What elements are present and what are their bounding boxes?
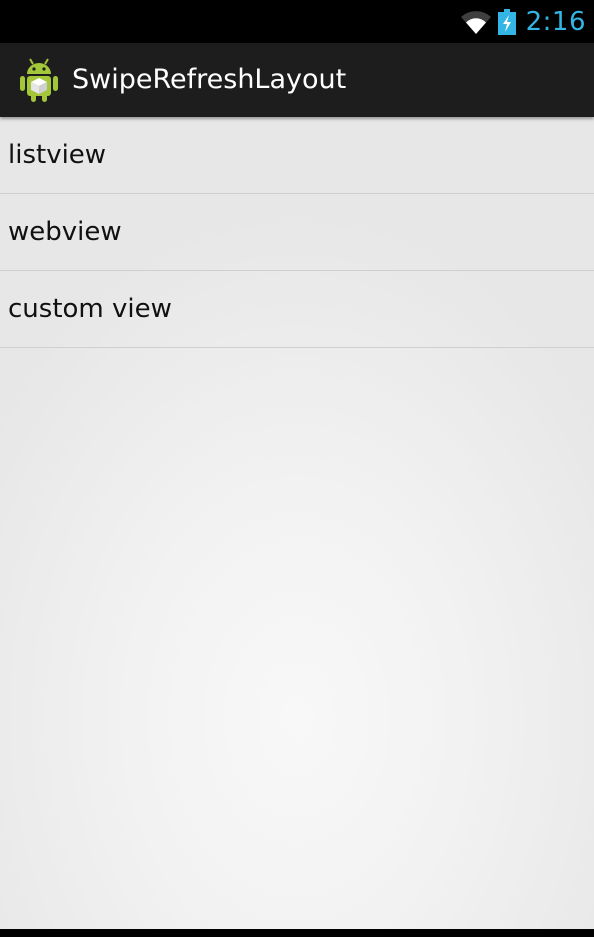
navigation-bar [0, 929, 594, 937]
battery-charging-icon [497, 9, 516, 35]
list-item-custom-view[interactable]: custom view [0, 271, 594, 348]
app-title: SwipeRefreshLayout [72, 64, 347, 95]
list-item-label: webview [8, 217, 122, 247]
status-icons: 2:16 [460, 6, 586, 38]
list-item-label: custom view [8, 294, 172, 324]
wifi-icon [460, 11, 491, 35]
list-item-listview[interactable]: listview [0, 117, 594, 194]
main-content: listview webview custom view [0, 117, 594, 929]
clock: 2:16 [525, 7, 586, 37]
status-bar: 2:16 [0, 0, 594, 43]
action-bar: SwipeRefreshLayout [0, 43, 594, 117]
android-robot-icon[interactable] [18, 57, 60, 103]
list-item-label: listview [8, 140, 107, 170]
device-screen: 2:16 SwipeRefreshLayout listview webview… [0, 0, 594, 937]
list-item-webview[interactable]: webview [0, 194, 594, 271]
